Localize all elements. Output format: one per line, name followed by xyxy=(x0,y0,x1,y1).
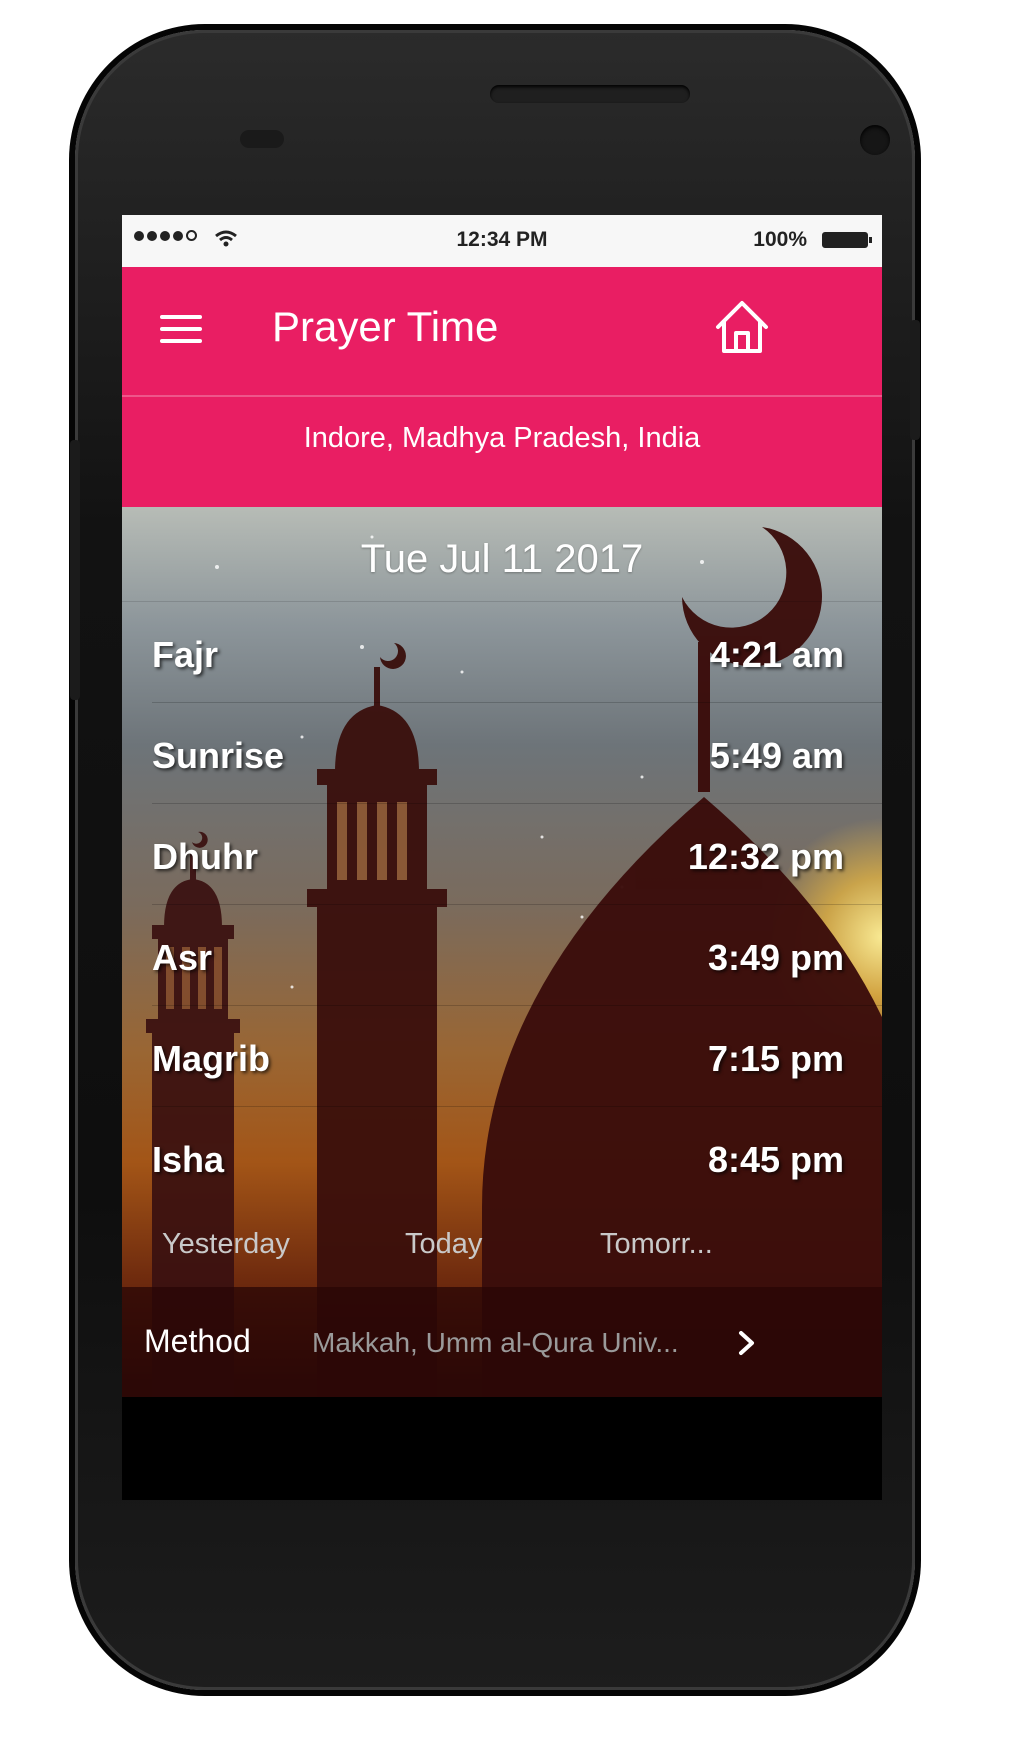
tab-today[interactable]: Today xyxy=(405,1228,482,1261)
prayer-row-magrib: Magrib 7:15 pm xyxy=(152,1005,882,1106)
prayer-name: Magrib xyxy=(152,1038,271,1079)
day-tabs: Yesterday Today Tomorr... xyxy=(122,1212,882,1282)
front-camera xyxy=(860,125,890,155)
volume-button xyxy=(70,440,80,700)
prayer-time: 8:45 pm xyxy=(707,1139,844,1180)
prayer-time: 4:21 am xyxy=(709,634,844,675)
power-button xyxy=(910,320,920,440)
prayer-row-isha: Isha 8:45 pm xyxy=(152,1106,882,1207)
tab-yesterday[interactable]: Yesterday xyxy=(162,1228,290,1261)
prayer-list: Fajr 4:21 am Sunrise 5:49 am Dhuhr 12:32… xyxy=(122,601,882,1207)
prayer-name: Fajr xyxy=(152,634,219,675)
status-bar: 12:34 PM 100% xyxy=(122,215,882,267)
prayer-time: 3:49 pm xyxy=(707,937,844,978)
date-label: Tue Jul 11 2017 xyxy=(360,537,644,581)
phone-sensor xyxy=(240,130,284,148)
app-bar: Prayer Time Indore, Madhya Pradesh, Indi… xyxy=(122,267,882,507)
prayer-name: Sunrise xyxy=(152,735,285,776)
method-label: Method xyxy=(144,1323,251,1359)
app-bar-divider xyxy=(122,395,882,397)
menu-icon[interactable] xyxy=(160,315,202,345)
prayer-content: Tue Jul 11 2017 Fajr 4:21 am Sunrise 5:4… xyxy=(122,507,882,1500)
tab-tomorrow[interactable]: Tomorr... xyxy=(600,1228,713,1261)
phone-speaker xyxy=(490,85,690,103)
prayer-name: Isha xyxy=(152,1139,225,1180)
prayer-name: Asr xyxy=(152,937,213,978)
prayer-row-asr: Asr 3:49 pm xyxy=(152,904,882,1005)
prayer-time: 5:49 am xyxy=(709,735,844,776)
prayer-name: Dhuhr xyxy=(152,836,258,877)
phone-screen: 12:34 PM 100% Prayer Time Indore, Madhya… xyxy=(122,215,882,1500)
screen-bottom-area xyxy=(122,1397,882,1500)
page-title: Prayer Time xyxy=(272,303,499,350)
prayer-time: 7:15 pm xyxy=(707,1038,844,1079)
battery-percent: 100% xyxy=(753,228,807,251)
prayer-row-fajr: Fajr 4:21 am xyxy=(122,601,882,702)
method-row[interactable]: Method Makkah, Umm al-Qura Univ... xyxy=(122,1287,882,1397)
battery-icon xyxy=(822,232,872,248)
prayer-row-dhuhr: Dhuhr 12:32 pm xyxy=(152,803,882,904)
chevron-right-icon[interactable] xyxy=(732,1325,762,1361)
location-label[interactable]: Indore, Madhya Pradesh, India xyxy=(122,422,882,455)
prayer-time: 12:32 pm xyxy=(687,836,844,877)
method-value: Makkah, Umm al-Qura Univ... xyxy=(312,1327,679,1358)
prayer-row-sunrise: Sunrise 5:49 am xyxy=(152,702,882,803)
home-icon[interactable] xyxy=(712,297,772,357)
